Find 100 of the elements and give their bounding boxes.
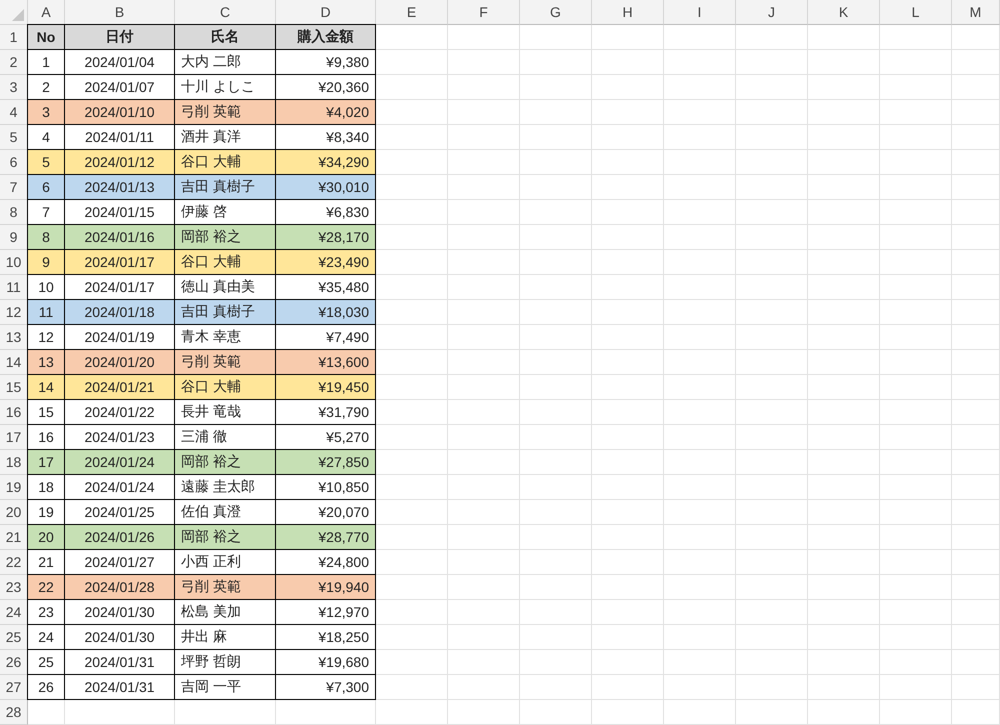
empty-cell[interactable] (880, 625, 952, 650)
empty-cell[interactable] (592, 200, 664, 225)
empty-cell[interactable] (808, 300, 880, 325)
empty-cell[interactable] (880, 500, 952, 525)
empty-cell[interactable] (664, 200, 736, 225)
empty-cell[interactable] (448, 550, 520, 575)
row-header[interactable]: 22 (0, 550, 28, 575)
empty-cell[interactable] (592, 75, 664, 100)
empty-cell[interactable] (520, 250, 592, 275)
empty-cell[interactable] (880, 100, 952, 125)
empty-cell[interactable] (952, 175, 1000, 200)
column-header[interactable]: M (952, 0, 1000, 25)
empty-cell[interactable] (520, 425, 592, 450)
empty-cell[interactable] (520, 600, 592, 625)
row-header[interactable]: 13 (0, 325, 28, 350)
empty-cell[interactable] (448, 400, 520, 425)
empty-cell[interactable] (664, 100, 736, 125)
empty-cell[interactable] (808, 600, 880, 625)
empty-cell[interactable] (664, 150, 736, 175)
empty-cell[interactable] (664, 600, 736, 625)
empty-cell[interactable] (448, 250, 520, 275)
empty-cell[interactable] (664, 475, 736, 500)
empty-cell[interactable] (664, 450, 736, 475)
empty-cell[interactable] (448, 275, 520, 300)
empty-cell[interactable] (592, 150, 664, 175)
empty-cell[interactable] (520, 375, 592, 400)
empty-cell[interactable] (592, 25, 664, 50)
empty-cell[interactable] (880, 525, 952, 550)
empty-cell[interactable] (448, 150, 520, 175)
empty-cell[interactable] (520, 575, 592, 600)
empty-cell[interactable] (448, 100, 520, 125)
row-header[interactable]: 23 (0, 575, 28, 600)
row-header[interactable]: 2 (0, 50, 28, 75)
row-header[interactable]: 1 (0, 25, 28, 50)
empty-cell[interactable] (664, 375, 736, 400)
empty-cell[interactable] (952, 400, 1000, 425)
empty-cell[interactable] (736, 650, 808, 675)
row-header[interactable]: 3 (0, 75, 28, 100)
empty-cell[interactable] (808, 175, 880, 200)
empty-cell[interactable] (808, 150, 880, 175)
empty-cell[interactable] (952, 575, 1000, 600)
empty-cell[interactable] (736, 250, 808, 275)
empty-cell[interactable] (880, 400, 952, 425)
empty-cell[interactable] (520, 75, 592, 100)
empty-cell[interactable] (952, 675, 1000, 700)
row-header[interactable]: 24 (0, 600, 28, 625)
empty-cell[interactable] (592, 650, 664, 675)
empty-cell[interactable] (808, 325, 880, 350)
empty-cell[interactable] (448, 600, 520, 625)
empty-cell[interactable] (808, 425, 880, 450)
empty-cell[interactable] (520, 175, 592, 200)
empty-cell[interactable] (664, 175, 736, 200)
row-header[interactable]: 11 (0, 275, 28, 300)
empty-cell[interactable] (952, 600, 1000, 625)
empty-cell[interactable] (736, 700, 808, 725)
empty-cell[interactable] (592, 700, 664, 725)
row-header[interactable]: 10 (0, 250, 28, 275)
empty-cell[interactable] (736, 300, 808, 325)
empty-cell[interactable] (736, 600, 808, 625)
empty-cell[interactable] (520, 500, 592, 525)
empty-cell[interactable] (880, 200, 952, 225)
column-header[interactable]: H (592, 0, 664, 25)
empty-cell[interactable] (808, 500, 880, 525)
empty-cell[interactable] (952, 350, 1000, 375)
empty-cell[interactable] (65, 700, 175, 725)
empty-cell[interactable] (448, 225, 520, 250)
empty-cell[interactable] (736, 100, 808, 125)
empty-cell[interactable] (175, 700, 276, 725)
empty-cell[interactable] (952, 450, 1000, 475)
empty-cell[interactable] (520, 150, 592, 175)
empty-cell[interactable] (592, 325, 664, 350)
empty-cell[interactable] (880, 125, 952, 150)
empty-cell[interactable] (520, 125, 592, 150)
empty-cell[interactable] (592, 400, 664, 425)
empty-cell[interactable] (808, 450, 880, 475)
empty-cell[interactable] (520, 400, 592, 425)
empty-cell[interactable] (880, 350, 952, 375)
empty-cell[interactable] (736, 325, 808, 350)
empty-cell[interactable] (880, 575, 952, 600)
empty-cell[interactable] (592, 275, 664, 300)
empty-cell[interactable] (880, 650, 952, 675)
empty-cell[interactable] (880, 150, 952, 175)
empty-cell[interactable] (592, 125, 664, 150)
row-header[interactable]: 6 (0, 150, 28, 175)
row-header[interactable]: 21 (0, 525, 28, 550)
empty-cell[interactable] (736, 450, 808, 475)
empty-cell[interactable] (592, 525, 664, 550)
empty-cell[interactable] (736, 525, 808, 550)
empty-cell[interactable] (808, 375, 880, 400)
empty-cell[interactable] (952, 425, 1000, 450)
empty-cell[interactable] (664, 525, 736, 550)
empty-cell[interactable] (592, 550, 664, 575)
empty-cell[interactable] (664, 275, 736, 300)
column-header[interactable]: A (28, 0, 65, 25)
empty-cell[interactable] (664, 25, 736, 50)
empty-cell[interactable] (664, 675, 736, 700)
empty-cell[interactable] (376, 700, 448, 725)
empty-cell[interactable] (808, 75, 880, 100)
empty-cell[interactable] (808, 650, 880, 675)
empty-cell[interactable] (952, 525, 1000, 550)
